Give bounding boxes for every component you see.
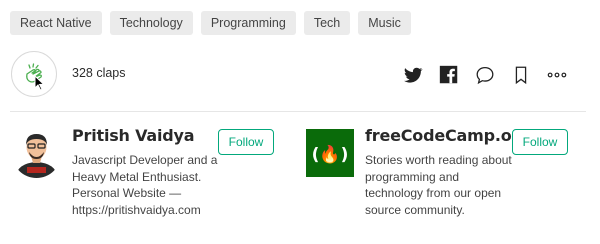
tag-tech[interactable]: Tech — [303, 11, 351, 35]
clap-button[interactable] — [11, 51, 57, 97]
follow-author-button[interactable]: Follow — [218, 129, 274, 155]
publication-name[interactable]: freeCodeCamp.org — [365, 126, 531, 145]
freecodecamp-logo-icon: (🔥) — [312, 144, 349, 165]
tag-react-native[interactable]: React Native — [10, 11, 102, 35]
facebook-icon[interactable] — [438, 64, 460, 86]
follow-publication-button[interactable]: Follow — [512, 129, 568, 155]
tag-programming[interactable]: Programming — [200, 11, 296, 35]
publication-card: (🔥) freeCodeCamp.org Stories worth readi… — [305, 126, 585, 226]
divider — [10, 111, 586, 112]
share-actions — [402, 64, 568, 86]
clap-hands-icon — [26, 63, 45, 91]
author-card: Pritish Vaidya Javascript Developer and … — [12, 126, 292, 226]
clap-count: 328 claps — [72, 66, 126, 80]
publication-logo[interactable]: (🔥) — [306, 129, 354, 177]
comment-icon[interactable] — [474, 64, 496, 86]
engagement-bar: 328 claps — [11, 51, 586, 99]
tag-technology[interactable]: Technology — [109, 11, 193, 35]
bookmark-icon[interactable] — [510, 64, 532, 86]
tag-music[interactable]: Music — [358, 11, 411, 35]
twitter-icon[interactable] — [402, 64, 424, 86]
author-name[interactable]: Pritish Vaidya — [72, 126, 195, 145]
author-bio: Javascript Developer and a Heavy Metal E… — [72, 153, 218, 217]
tag-list: React Native Technology Programming Tech… — [10, 11, 411, 35]
more-icon[interactable] — [546, 64, 568, 86]
author-avatar[interactable] — [12, 129, 61, 178]
publication-bio: Stories worth reading about programming … — [365, 153, 512, 217]
svg-text:(🔥): (🔥) — [312, 144, 349, 165]
